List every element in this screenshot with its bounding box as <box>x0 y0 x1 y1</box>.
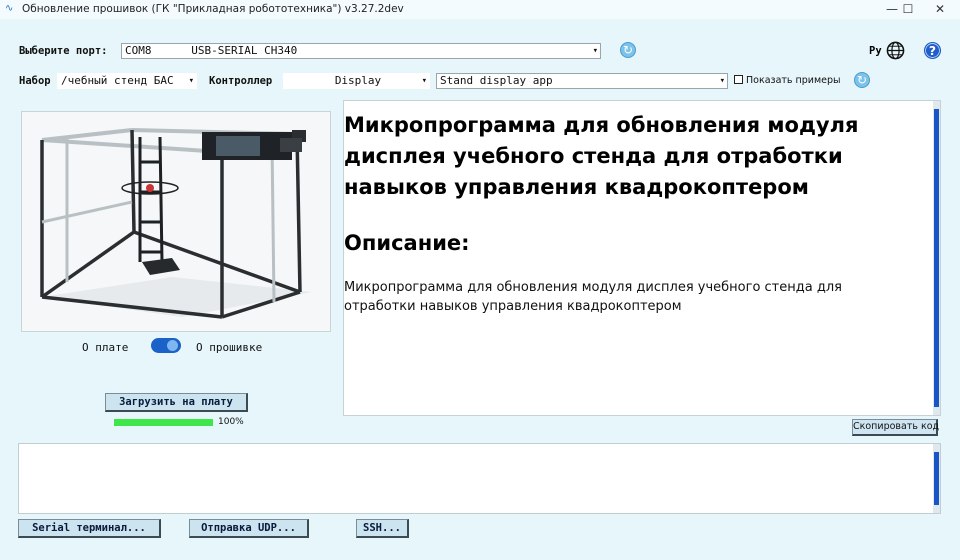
chevron-down-icon: ▾ <box>719 76 725 86</box>
show-examples-checkbox[interactable] <box>734 75 743 84</box>
app-icon: ∿ <box>5 3 14 14</box>
scrollbar-thumb[interactable] <box>934 452 939 505</box>
chevron-down-icon: ▾ <box>188 76 194 86</box>
refresh-firmware-icon[interactable]: ↻ <box>854 72 870 88</box>
svg-text:?: ? <box>929 44 936 58</box>
globe-icon[interactable] <box>886 41 905 60</box>
language-label: Ру <box>869 45 882 57</box>
stand-illustration <box>22 112 330 331</box>
firmware-select[interactable]: Stand display app ▾ <box>436 73 728 89</box>
firmware-value: Stand display app <box>440 74 553 87</box>
maximize-icon[interactable]: ☐ <box>893 0 923 19</box>
title-bar: ∿ Обновление прошивок (ГК "Прикладная ро… <box>0 0 960 19</box>
log-output[interactable] <box>18 443 941 514</box>
port-select[interactable]: COM8 USB-SERIAL CH340 ▾ <box>121 43 601 59</box>
kit-label: Набор <box>19 75 51 87</box>
firmware-description-panel[interactable]: Микропрограмма для обновления модуля дис… <box>343 100 941 416</box>
firmware-title: Микропрограмма для обновления модуля дис… <box>344 113 859 199</box>
info-toggle[interactable] <box>151 338 181 353</box>
upload-progress-text: 100% <box>218 417 244 427</box>
toggle-knob <box>167 340 178 351</box>
chevron-down-icon: ▾ <box>592 46 598 56</box>
controller-value: Display <box>334 74 382 87</box>
scrollbar-thumb[interactable] <box>934 109 939 407</box>
refresh-ports-icon[interactable]: ↻ <box>620 42 636 58</box>
close-icon[interactable]: ✕ <box>925 0 955 19</box>
controller-select[interactable]: Display ▾ <box>283 73 430 89</box>
show-examples-label: Показать примеры <box>746 75 841 86</box>
upload-progress-fill <box>114 419 213 426</box>
ssh-button[interactable]: SSH... <box>356 519 409 538</box>
toggle-board-label: О плате <box>82 341 129 354</box>
description-text: Микропрограмма для обновления модуля дис… <box>344 280 842 314</box>
kit-select[interactable]: /чебный стенд БАС ▾ <box>57 73 197 89</box>
chevron-down-icon: ▾ <box>421 76 427 86</box>
description-scrollbar[interactable] <box>933 101 940 415</box>
serial-terminal-button[interactable]: Serial терминал... <box>18 519 161 538</box>
window-title: Обновление прошивок (ГК "Прикладная робо… <box>22 3 404 15</box>
upload-progress-bar <box>114 419 213 426</box>
help-icon[interactable]: ? <box>923 41 942 60</box>
log-scrollbar[interactable] <box>933 444 940 513</box>
upload-button[interactable]: Загрузить на плату <box>105 393 248 412</box>
board-image <box>21 111 331 332</box>
copy-code-button[interactable]: Скопировать код <box>852 419 939 436</box>
controller-label: Контроллер <box>209 75 273 87</box>
kit-value: /чебный стенд БАС <box>61 74 174 87</box>
description-content: Микропрограмма для обновления модуля дис… <box>344 101 934 417</box>
port-label: Выберите порт: <box>19 45 108 57</box>
udp-send-button[interactable]: Отправка UDP... <box>189 519 309 538</box>
toggle-firmware-label: О прошивке <box>196 341 263 354</box>
description-heading: Описание: <box>344 231 470 255</box>
port-value: COM8 USB-SERIAL CH340 <box>125 44 298 57</box>
